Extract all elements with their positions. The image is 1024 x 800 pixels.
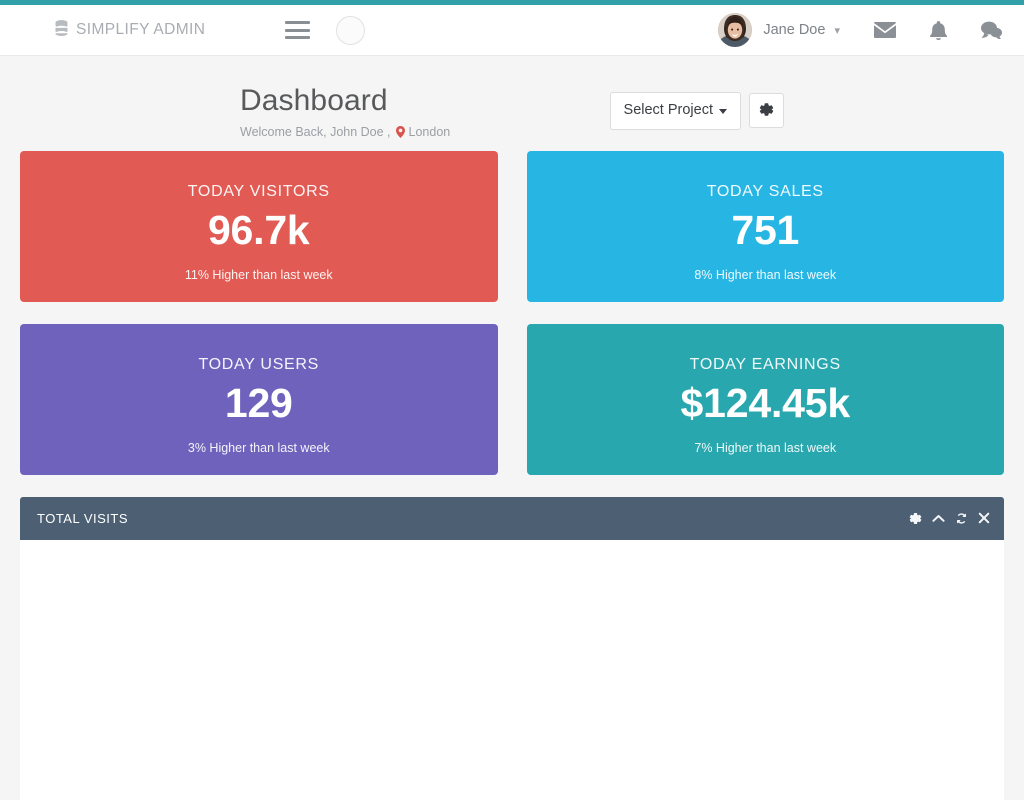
user-name-label: Jane Doe [763, 22, 826, 38]
select-project-label: Select Project [623, 102, 713, 118]
stat-card-today-earnings[interactable]: TODAY EARNINGS $124.45k 7% Higher than l… [526, 323, 1004, 475]
panel-header: TOTAL VISITS [20, 496, 1004, 540]
stat-card-today-users[interactable]: TODAY USERS 129 3% Higher than last week [20, 323, 498, 475]
settings-button[interactable] [749, 93, 784, 129]
welcome-text: Welcome Back, John Doe , [240, 124, 391, 139]
page-header: Dashboard Welcome Back, John Doe , Londo… [240, 56, 784, 151]
stat-card-footnote: 7% Higher than last week [694, 440, 837, 455]
stat-card-label: TODAY VISITORS [187, 182, 330, 200]
total-visits-chart-area [20, 539, 1004, 800]
total-visits-panel: TOTAL VISITS [20, 496, 1004, 800]
page-title: Dashboard [240, 84, 388, 117]
brand-logo[interactable]: SIMPLIFY ADMIN [55, 19, 206, 41]
stat-card-value: 96.7k [207, 206, 310, 253]
location-label: London [408, 124, 451, 139]
panel-config-icon[interactable] [909, 512, 922, 525]
stat-card-label: TODAY USERS [198, 355, 320, 373]
notifications-icon[interactable] [930, 20, 947, 40]
stat-card-today-sales[interactable]: TODAY SALES 751 8% Higher than last week [526, 150, 1004, 302]
chevron-down-icon: ▾ [834, 25, 840, 37]
stat-card-label: TODAY EARNINGS [689, 355, 841, 373]
map-pin-icon [395, 125, 405, 138]
panel-close-icon[interactable] [978, 512, 990, 524]
stat-cards-section: TODAY VISITORS 96.7k 11% Higher than las… [20, 150, 1004, 475]
messages-icon[interactable] [874, 22, 896, 38]
select-project-button[interactable]: Select Project [609, 92, 741, 130]
panel-title: TOTAL VISITS [37, 510, 129, 526]
panel-collapse-icon[interactable] [932, 512, 945, 525]
user-menu[interactable]: Jane Doe ▾ [763, 22, 840, 38]
database-icon [55, 19, 68, 41]
panel-toolbar [909, 512, 990, 525]
stat-card-value: 129 [224, 379, 293, 426]
page-header-text: Dashboard Welcome Back, John Doe , Londo… [240, 84, 450, 139]
stat-card-footnote: 8% Higher than last week [694, 267, 837, 282]
stat-card-today-visitors[interactable]: TODAY VISITORS 96.7k 11% Higher than las… [20, 150, 498, 302]
welcome-subtitle: Welcome Back, John Doe , London [240, 125, 450, 139]
brand-label: SIMPLIFY ADMIN [76, 21, 206, 38]
stat-card-value: 751 [731, 206, 800, 253]
stat-cards-row-1: TODAY VISITORS 96.7k 11% Higher than las… [20, 150, 1004, 302]
circle-toggle-icon[interactable] [336, 15, 366, 45]
stat-card-label: TODAY SALES [706, 182, 824, 200]
stat-card-footnote: 11% Higher than last week [184, 267, 333, 282]
topbar-right-group: Jane Doe ▾ [718, 13, 1002, 47]
panel-refresh-icon[interactable] [955, 512, 968, 525]
stat-cards-row-2: TODAY USERS 129 3% Higher than last week… [20, 323, 1004, 475]
avatar[interactable] [718, 13, 753, 47]
hamburger-menu-icon[interactable] [285, 21, 311, 39]
gear-icon [759, 102, 774, 121]
caret-down-icon [719, 108, 727, 114]
page-header-actions: Select Project [609, 84, 784, 130]
chat-icon[interactable] [981, 21, 1002, 39]
top-navigation-bar: SIMPLIFY ADMIN Jane Doe ▾ [0, 5, 1024, 56]
stat-card-footnote: 3% Higher than last week [187, 440, 330, 455]
stat-card-value: $124.45k [680, 379, 851, 426]
